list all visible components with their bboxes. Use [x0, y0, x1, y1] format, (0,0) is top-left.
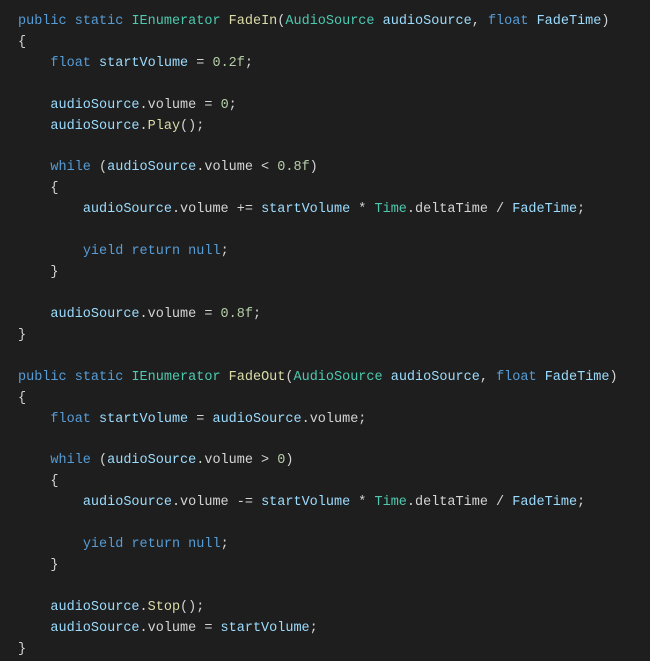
var: audioSource	[107, 453, 196, 468]
var: audioSource	[50, 98, 139, 113]
var: audioSource	[83, 495, 172, 510]
var: startVolume	[261, 202, 350, 217]
function-name: FadeIn	[229, 14, 278, 29]
keyword: float	[496, 370, 537, 385]
op: .volume =	[140, 307, 221, 322]
brace: }	[50, 265, 58, 280]
var: startVolume	[221, 621, 310, 636]
type: IEnumerator	[131, 370, 220, 385]
keyword: float	[488, 14, 529, 29]
keyword: return	[131, 244, 180, 259]
number: 0.2f	[212, 56, 244, 71]
var: audioSource	[50, 119, 139, 134]
keyword: yield	[83, 244, 124, 259]
function-name: FadeOut	[229, 370, 286, 385]
var: audioSource	[50, 600, 139, 615]
op: =	[196, 98, 220, 113]
type: AudioSource	[294, 370, 383, 385]
op: .deltaTime /	[407, 495, 512, 510]
number: 0	[221, 98, 229, 113]
keyword: null	[188, 244, 220, 259]
op: .volume <	[196, 160, 277, 175]
var: startVolume	[261, 495, 350, 510]
keyword: static	[75, 370, 124, 385]
type: Time	[375, 202, 407, 217]
keyword: while	[50, 453, 91, 468]
method: Stop	[148, 600, 180, 615]
op: .deltaTime /	[407, 202, 512, 217]
keyword: float	[50, 56, 91, 71]
op: ();	[180, 600, 204, 615]
brace: {	[18, 35, 26, 50]
op: .volume =	[140, 621, 221, 636]
param: FadeTime	[545, 370, 610, 385]
number: 0.8f	[277, 160, 309, 175]
method: Play	[148, 119, 180, 134]
brace: {	[50, 474, 58, 489]
op: *	[350, 202, 374, 217]
op: *	[350, 495, 374, 510]
op: .	[140, 600, 148, 615]
op: ;	[310, 621, 318, 636]
op: .volume -=	[172, 495, 261, 510]
param: audioSource	[383, 14, 472, 29]
keyword: public	[18, 370, 67, 385]
op: .volume;	[302, 412, 367, 427]
keyword: static	[75, 14, 124, 29]
var: startVolume	[99, 56, 188, 71]
op: .	[140, 119, 148, 134]
var: audioSource	[212, 412, 301, 427]
var: FadeTime	[512, 495, 577, 510]
var: audioSource	[50, 621, 139, 636]
keyword: null	[188, 537, 220, 552]
param: audioSource	[391, 370, 480, 385]
param: FadeTime	[537, 14, 602, 29]
type: Time	[375, 495, 407, 510]
var: startVolume	[99, 412, 188, 427]
keyword: return	[131, 537, 180, 552]
keyword: yield	[83, 537, 124, 552]
keyword: float	[50, 412, 91, 427]
brace: {	[18, 391, 26, 406]
var: audioSource	[83, 202, 172, 217]
var: audioSource	[107, 160, 196, 175]
brace: }	[50, 558, 58, 573]
number: 0.8f	[221, 307, 253, 322]
op: .volume +=	[172, 202, 261, 217]
op: .volume >	[196, 453, 277, 468]
keyword: public	[18, 14, 67, 29]
brace: }	[18, 642, 26, 657]
var: FadeTime	[512, 202, 577, 217]
type: AudioSource	[285, 14, 374, 29]
op: =	[188, 412, 212, 427]
op: .volume	[140, 98, 197, 113]
brace: }	[18, 328, 26, 343]
number: 0	[277, 453, 285, 468]
code-block: public static IEnumerator FadeIn(AudioSo…	[18, 12, 632, 661]
type: IEnumerator	[131, 14, 220, 29]
keyword: while	[50, 160, 91, 175]
op: =	[188, 56, 212, 71]
var: audioSource	[50, 307, 139, 322]
brace: {	[50, 181, 58, 196]
op: ();	[180, 119, 204, 134]
